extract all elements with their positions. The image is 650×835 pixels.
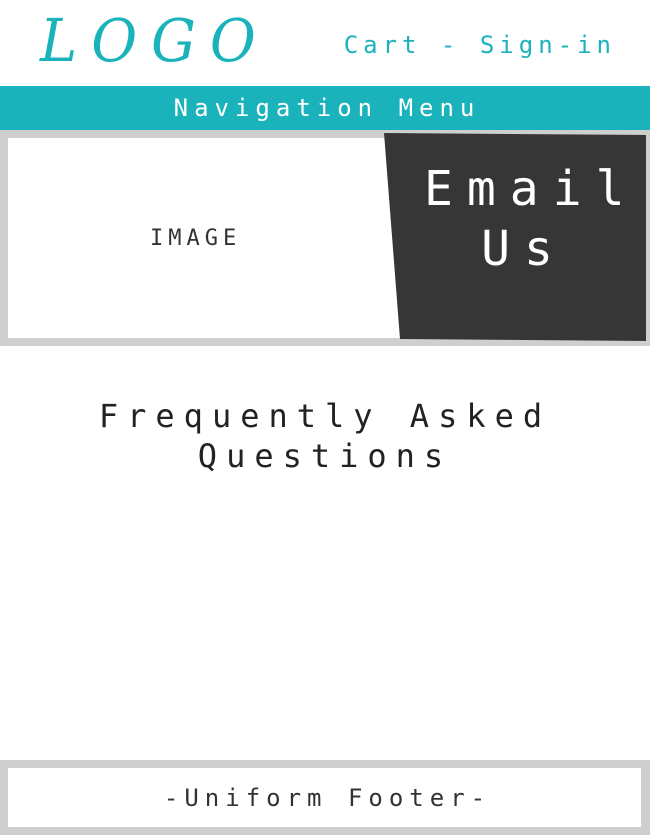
email-us-line-2: Us	[481, 221, 567, 277]
navigation-menu-label[interactable]: Navigation Menu	[174, 94, 481, 122]
faq-heading-line-2: Questions	[197, 437, 453, 475]
site-header: LOGO Cart - Sign-in	[0, 0, 650, 86]
faq-heading: Frequently Asked Questions	[0, 396, 650, 476]
site-logo[interactable]: LOGO	[40, 8, 270, 75]
cart-link[interactable]: Cart	[344, 31, 422, 59]
email-us-label: Email Us	[424, 159, 639, 279]
signin-link[interactable]: Sign-in	[480, 31, 616, 59]
email-us-button[interactable]: Email Us	[384, 133, 646, 341]
account-links-separator: -	[421, 31, 480, 59]
site-footer: -Uniform Footer-	[0, 760, 650, 835]
footer-inner: -Uniform Footer-	[8, 768, 641, 827]
footer-text: -Uniform Footer-	[163, 783, 492, 812]
hero-image-placeholder: IMAGE	[8, 138, 408, 338]
hero-image-label: IMAGE	[150, 226, 242, 251]
navigation-bar: Navigation Menu	[0, 86, 650, 130]
email-us-line-1: Email	[424, 161, 639, 217]
account-links: Cart - Sign-in	[344, 30, 616, 60]
faq-heading-line-1: Frequently Asked	[98, 397, 552, 435]
